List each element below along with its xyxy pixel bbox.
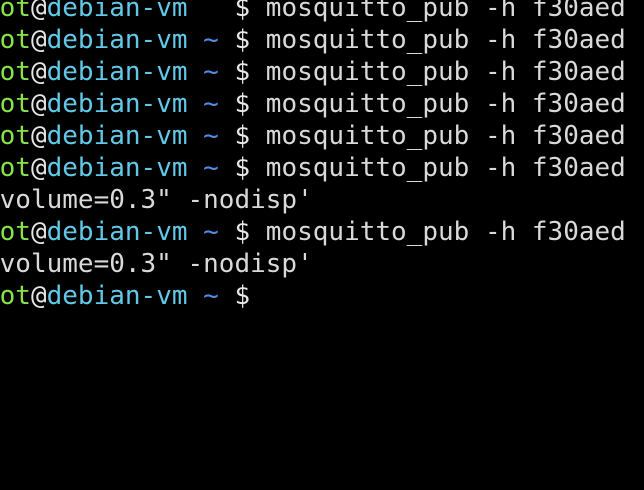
prompt-symbol: $ (234, 153, 251, 183)
prompt-path: ~ (203, 281, 219, 311)
prompt-line: oot@debian-vm ~ $ (0, 280, 626, 312)
prompt-path (203, 0, 219, 23)
prompt-symbol: $ (234, 0, 251, 23)
terminal-window[interactable]: oot@debian-vm $ mosquitto_pub -h f30aedo… (0, 0, 644, 490)
output-line: "volume=0.3" -nodisp' (0, 184, 626, 216)
prompt-host: debian-vm (46, 153, 188, 183)
prompt-path: ~ (203, 25, 219, 55)
prompt-symbol: $ (234, 57, 251, 87)
command-text: mosquitto_pub -h f30aed (265, 25, 626, 55)
prompt-line: oot@debian-vm ~ $ mosquitto_pub -h f30ae… (0, 120, 626, 152)
prompt-path: ~ (203, 89, 219, 119)
output-text: "volume=0.3" -nodisp' (0, 249, 313, 279)
prompt-user: oot (0, 217, 31, 247)
prompt-symbol: $ (234, 89, 251, 119)
prompt-host: debian-vm (46, 0, 188, 23)
command-text: mosquitto_pub -h f30aed (265, 0, 626, 23)
prompt-at: @ (30, 121, 47, 151)
command-text: mosquitto_pub -h f30aed (265, 89, 626, 119)
prompt-user: oot (0, 281, 31, 311)
prompt-host: debian-vm (46, 121, 188, 151)
prompt-symbol: $ (234, 121, 251, 151)
command-text: mosquitto_pub -h f30aed (265, 57, 626, 87)
output-text: "volume=0.3" -nodisp' (0, 185, 313, 215)
command-text: mosquitto_pub -h f30aed (265, 153, 626, 183)
prompt-path: ~ (203, 121, 219, 151)
prompt-user: oot (0, 121, 31, 151)
prompt-host: debian-vm (46, 217, 188, 247)
prompt-user: oot (0, 153, 31, 183)
prompt-user: oot (0, 25, 31, 55)
prompt-at: @ (30, 217, 47, 247)
prompt-host: debian-vm (46, 25, 188, 55)
prompt-line: oot@debian-vm $ mosquitto_pub -h f30aed (0, 0, 626, 24)
command-text: mosquitto_pub -h f30aed (265, 217, 626, 247)
prompt-line: oot@debian-vm ~ $ mosquitto_pub -h f30ae… (0, 24, 626, 56)
prompt-at: @ (30, 89, 47, 119)
prompt-user: oot (0, 89, 31, 119)
prompt-line: oot@debian-vm ~ $ mosquitto_pub -h f30ae… (0, 88, 626, 120)
prompt-host: debian-vm (46, 57, 188, 87)
prompt-at: @ (30, 281, 47, 311)
command-text: mosquitto_pub -h f30aed (265, 121, 626, 151)
output-line: "volume=0.3" -nodisp' (0, 248, 626, 280)
prompt-at: @ (30, 57, 47, 87)
prompt-symbol: $ (234, 25, 251, 55)
prompt-symbol: $ (234, 281, 251, 311)
prompt-path: ~ (203, 57, 219, 87)
terminal-output: oot@debian-vm $ mosquitto_pub -h f30aedo… (0, 0, 626, 312)
prompt-line: oot@debian-vm ~ $ mosquitto_pub -h f30ae… (0, 56, 626, 88)
prompt-user: oot (0, 57, 31, 87)
prompt-user: oot (0, 0, 31, 23)
prompt-line: oot@debian-vm ~ $ mosquitto_pub -h f30ae… (0, 152, 626, 184)
prompt-host: debian-vm (46, 281, 188, 311)
prompt-at: @ (30, 0, 47, 23)
prompt-host: debian-vm (46, 89, 188, 119)
prompt-at: @ (30, 153, 47, 183)
prompt-path: ~ (203, 153, 219, 183)
prompt-at: @ (30, 25, 47, 55)
prompt-path: ~ (203, 217, 219, 247)
prompt-line: oot@debian-vm ~ $ mosquitto_pub -h f30ae… (0, 216, 626, 248)
prompt-symbol: $ (234, 217, 251, 247)
